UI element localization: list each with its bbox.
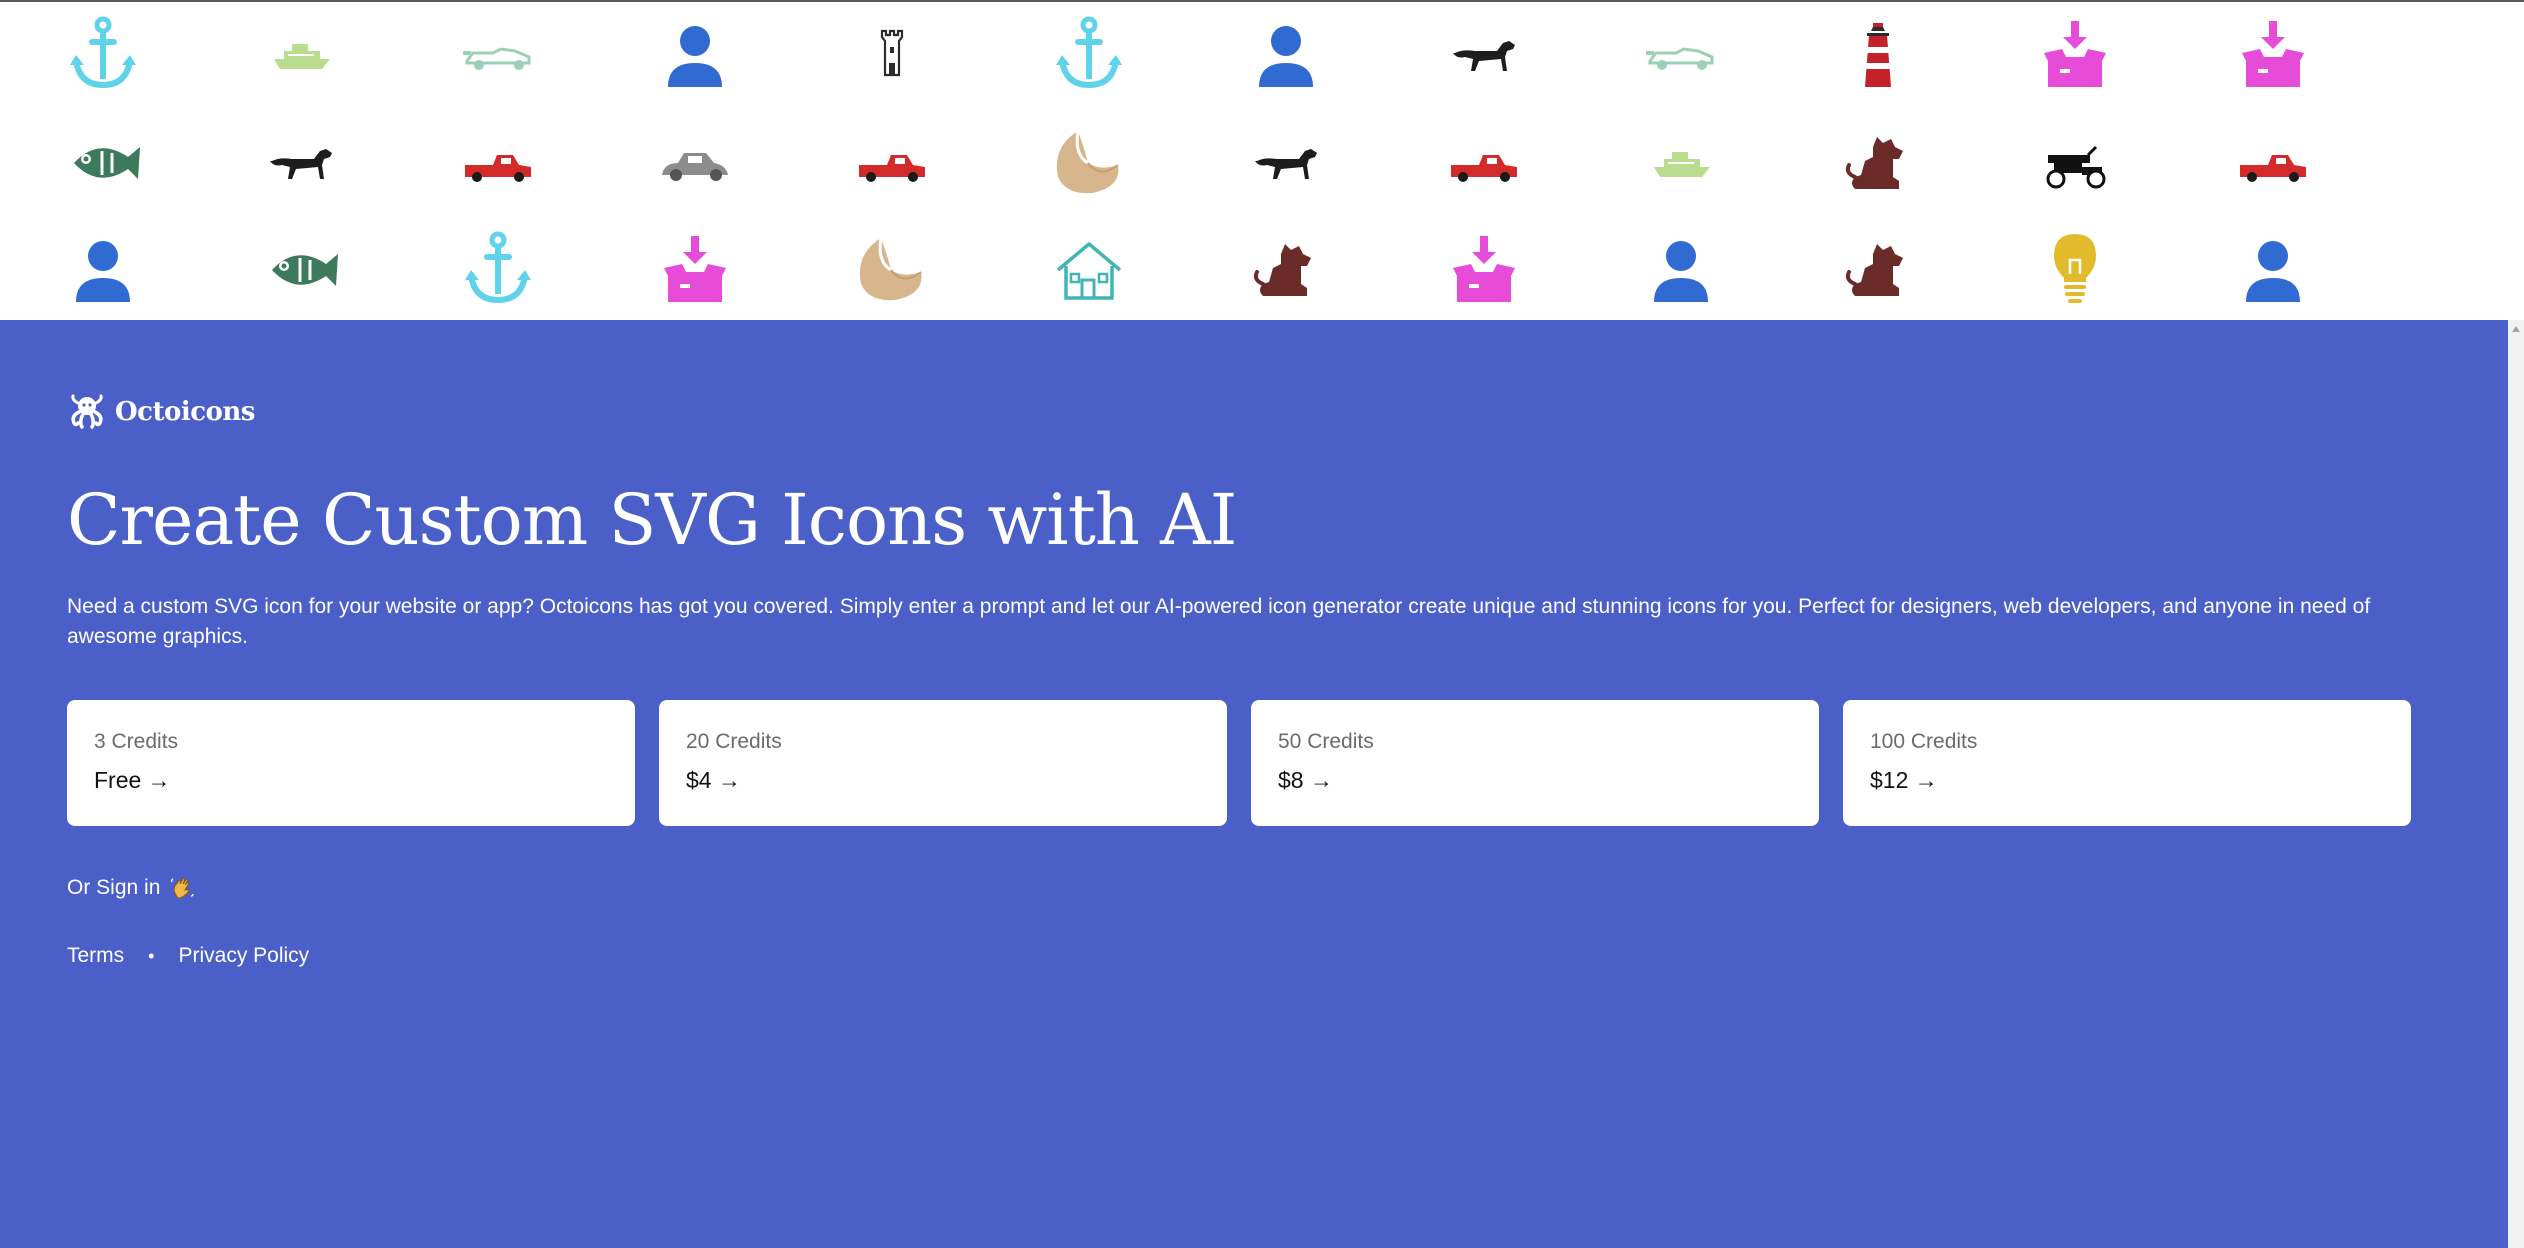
pickup-truck-icon (1439, 117, 1529, 207)
user-icon (1241, 9, 1331, 99)
octopus-logo-icon (67, 392, 107, 432)
card-credits-label: 20 Credits (686, 730, 782, 753)
pickup-truck-icon (2228, 117, 2318, 207)
anchor-icon (58, 9, 148, 99)
card-credits-label: 50 Credits (1278, 730, 1374, 753)
croissant-icon (1044, 117, 1134, 207)
waving-hand-icon (168, 874, 196, 902)
hunting-dog-icon (1241, 117, 1331, 207)
sign-in-link[interactable]: Or Sign in (67, 874, 196, 902)
scroll-up-arrow[interactable] (2512, 326, 2520, 332)
user-icon (1636, 224, 1726, 314)
card-credits-label: 100 Credits (1870, 730, 1978, 753)
pricing-card-3-credits[interactable]: 3 Credits Free → (67, 700, 635, 826)
download-box-icon (1439, 224, 1529, 314)
race-car-icon (453, 9, 543, 99)
anchor-icon (453, 224, 543, 314)
brand-logo-link[interactable]: Octoicons (67, 392, 255, 432)
footer-separator: • (148, 945, 155, 966)
boat-icon (1636, 117, 1726, 207)
user-icon (58, 224, 148, 314)
card-credits-label: 3 Credits (94, 730, 179, 753)
sitting-dog-icon (1241, 224, 1331, 314)
user-icon (2228, 224, 2318, 314)
terms-link[interactable]: Terms (67, 944, 124, 968)
card-price-label: Free → (94, 767, 171, 793)
card-price-label: $8 → (1278, 767, 1333, 793)
user-icon (650, 9, 740, 99)
brand-name: Octoicons (115, 397, 255, 427)
croissant-icon (847, 224, 937, 314)
anchor-icon (1044, 9, 1134, 99)
hunting-dog-icon (1439, 9, 1529, 99)
sitting-dog-icon (1833, 117, 1923, 207)
download-box-icon (2030, 9, 2120, 99)
card-price-label: $4 → (686, 767, 741, 793)
lightbulb-icon (2030, 224, 2120, 314)
card-price-label: $12 → (1870, 767, 1938, 793)
pricing-cards: 3 Credits Free → 20 Credits $4 → 50 Cred… (67, 700, 2411, 826)
pickup-truck-icon (453, 117, 543, 207)
house-icon (1044, 224, 1134, 314)
sign-in-label: Or Sign in (67, 876, 161, 899)
antique-car-icon (2030, 117, 2120, 207)
castle-tower-icon (847, 9, 937, 99)
boat-icon (256, 9, 346, 99)
sitting-dog-icon (1833, 224, 1923, 314)
download-box-icon (2228, 9, 2318, 99)
race-car-icon (1636, 9, 1726, 99)
icon-showcase-strip (0, 2, 2524, 320)
page-headline: Create Custom SVG Icons with AI (67, 479, 1237, 561)
hunting-dog-icon (256, 117, 346, 207)
fish-icon (256, 224, 346, 314)
footer-links: Terms • Privacy Policy (67, 944, 309, 968)
fish-icon (58, 117, 148, 207)
page-scrollbar[interactable] (2508, 320, 2524, 1248)
pricing-card-50-credits[interactable]: 50 Credits $8 → (1251, 700, 1819, 826)
pickup-truck-icon (847, 117, 937, 207)
lighthouse-icon (1833, 9, 1923, 99)
pricing-card-20-credits[interactable]: 20 Credits $4 → (659, 700, 1227, 826)
vintage-car-icon (650, 117, 740, 207)
download-box-icon (650, 224, 740, 314)
privacy-policy-link[interactable]: Privacy Policy (178, 944, 309, 968)
hero-description: Need a custom SVG icon for your website … (67, 595, 2371, 648)
pricing-card-100-credits[interactable]: 100 Credits $12 → (1843, 700, 2411, 826)
